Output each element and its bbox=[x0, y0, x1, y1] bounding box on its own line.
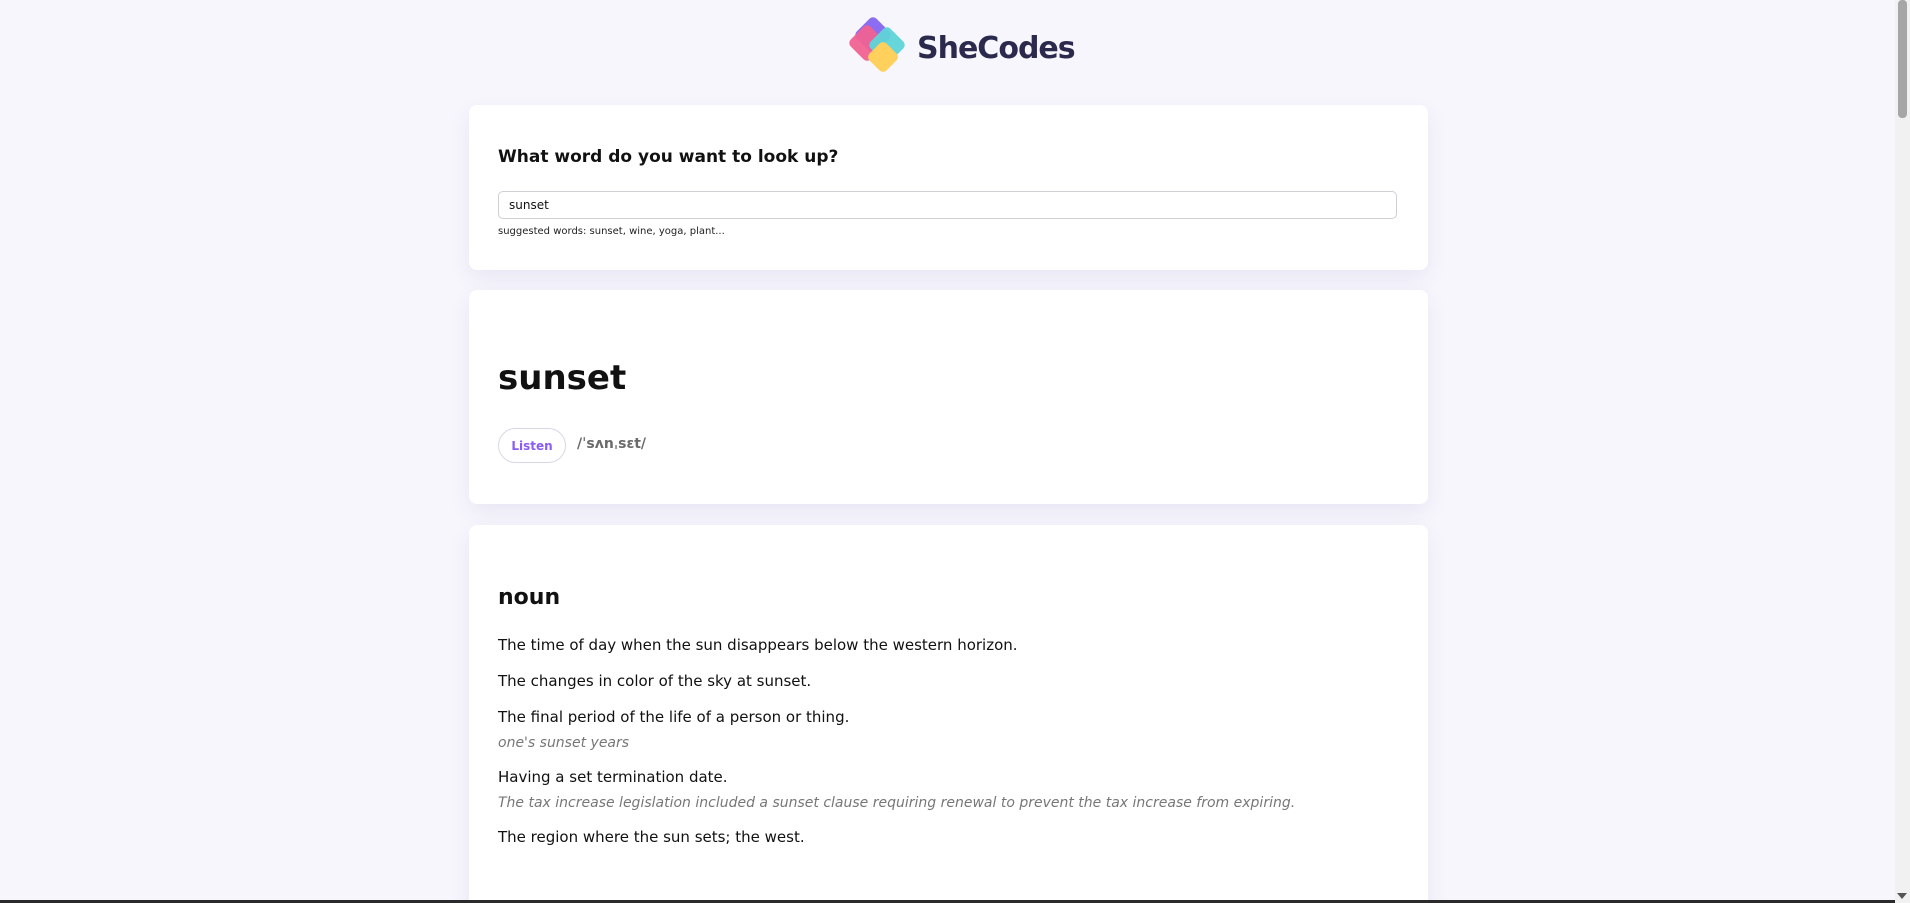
scroll-down-arrow-icon[interactable] bbox=[1897, 893, 1907, 899]
listen-button[interactable]: Listen bbox=[498, 428, 566, 463]
definition-example: one's sunset years bbox=[498, 735, 630, 751]
logo-text: SheCodes bbox=[917, 30, 1076, 66]
page: SheCodes What word do you want to look u… bbox=[0, 0, 1910, 903]
suggested-words-hint: suggested words: sunset, wine, yoga, pla… bbox=[498, 226, 725, 237]
search-title: What word do you want to look up? bbox=[498, 147, 839, 167]
shecodes-logo[interactable]: SheCodes bbox=[847, 15, 1076, 77]
phonetic-text: /ˈsʌnˌsɛt/ bbox=[577, 436, 647, 452]
shecodes-logo-icon bbox=[847, 15, 913, 77]
scrollbar-thumb[interactable] bbox=[1898, 0, 1907, 118]
definition-item: The changes in color of the sky at sunse… bbox=[498, 672, 812, 690]
word-title: sunset bbox=[498, 358, 627, 398]
definition-item: The region where the sun sets; the west. bbox=[498, 828, 805, 846]
meaning-card: noun The time of day when the sun disapp… bbox=[469, 525, 1428, 903]
vertical-scrollbar[interactable] bbox=[1895, 0, 1910, 903]
word-card: sunset Listen /ˈsʌnˌsɛt/ bbox=[469, 290, 1428, 504]
search-card: What word do you want to look up? sugges… bbox=[469, 105, 1428, 270]
definition-item: Having a set termination date. bbox=[498, 768, 728, 786]
search-input[interactable] bbox=[498, 191, 1397, 219]
definition-example: The tax increase legislation included a … bbox=[498, 795, 1296, 811]
part-of-speech: noun bbox=[498, 585, 561, 610]
definition-item: The time of day when the sun disappears … bbox=[498, 636, 1018, 654]
definition-item: The final period of the life of a person… bbox=[498, 708, 850, 726]
definition-list: The time of day when the sun disappears … bbox=[498, 635, 1398, 863]
